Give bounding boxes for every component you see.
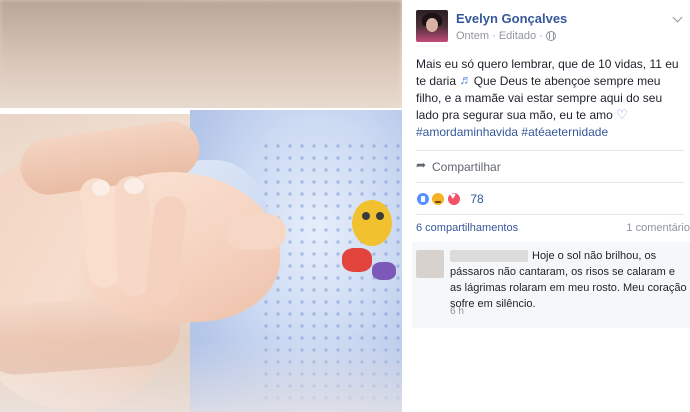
shares-count-link[interactable]: 6 compartilhamentos	[416, 222, 518, 234]
globe-icon[interactable]	[545, 31, 556, 42]
heart-icon	[616, 106, 628, 123]
comment-time[interactable]: 6 h	[450, 306, 464, 317]
reaction-count[interactable]: 78	[470, 192, 483, 206]
comment-item: Hoje o sol não brilhou, os pássaros não …	[412, 242, 690, 328]
love-reaction-icon	[446, 191, 461, 206]
photo-toy-yellow	[352, 200, 392, 246]
sad-reaction-icon	[431, 191, 446, 206]
share-button[interactable]: Compartilhar	[416, 158, 501, 176]
post-panel: Evelyn Gonçalves Ontem · Editado · Mais …	[402, 0, 690, 412]
reactions-summary[interactable]: 78	[416, 190, 484, 206]
photo-toy-eye	[362, 212, 370, 220]
comment-text: Hoje o sol não brilhou, os pássaros não …	[450, 250, 687, 310]
divider	[416, 182, 684, 183]
post-text: Mais eu só quero lembrar, que de 10 vida…	[416, 56, 684, 141]
author-avatar[interactable]	[416, 10, 448, 42]
photo-baby-nail	[124, 178, 144, 194]
music-note-icon	[459, 71, 472, 88]
commenter-avatar-blurred[interactable]	[416, 250, 444, 278]
like-reaction-icon	[416, 191, 430, 206]
meta-separator: ·	[492, 30, 496, 43]
chevron-down-icon[interactable]	[672, 14, 686, 22]
post-meta: Ontem · Editado ·	[456, 30, 556, 42]
divider	[416, 214, 684, 215]
photo-toy-red	[342, 248, 372, 272]
post-photo[interactable]	[0, 0, 402, 412]
photo-baby-thumb	[226, 214, 286, 250]
photo-toy-purple	[372, 262, 396, 280]
author-name[interactable]: Evelyn Gonçalves	[456, 11, 567, 26]
divider	[416, 150, 684, 151]
post-hashtags[interactable]: #amordaminhavida #atéaeternidade	[416, 124, 684, 141]
photo-blurred-top	[0, 0, 402, 112]
avatar-face	[426, 18, 438, 32]
share-label: Compartilhar	[432, 160, 501, 174]
comments-count-link[interactable]: 1 comentário	[626, 222, 690, 234]
post-time[interactable]: Ontem	[456, 30, 489, 42]
post-stats: 6 compartilhamentos 1 comentário	[416, 222, 690, 236]
post-edited-label[interactable]: Editado	[499, 30, 536, 42]
post-header: Evelyn Gonçalves Ontem · Editado ·	[416, 10, 686, 44]
share-icon	[416, 158, 428, 172]
photo-bottom-fade	[0, 340, 402, 412]
photo-toy-eye	[376, 212, 384, 220]
meta-separator: ·	[539, 30, 543, 43]
photo-baby-nail	[92, 180, 110, 196]
